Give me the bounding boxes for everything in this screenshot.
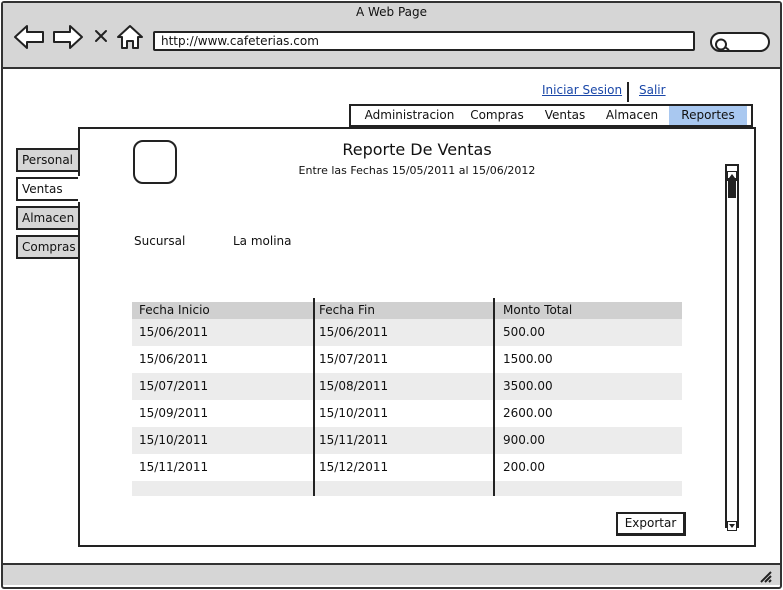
column-divider [313, 298, 315, 496]
cell-monto-total: 200.00 [503, 460, 545, 474]
cell-monto-total: 2600.00 [503, 406, 553, 420]
window-title: A Web Page [355, 5, 428, 19]
resize-grip-icon[interactable] [759, 569, 773, 588]
cell-monto-total: 500.00 [503, 325, 545, 339]
cell-fecha-inicio: 15/07/2011 [139, 379, 209, 393]
menu-item-compras[interactable]: Compras [462, 106, 532, 125]
table-row: 15/06/2011 15/06/2011 500.00 [132, 319, 682, 346]
cell-fecha-inicio: 15/06/2011 [139, 352, 209, 366]
table-header: Fecha Inicio Fecha Fin Monto Total [132, 302, 682, 319]
scroll-thumb[interactable] [728, 178, 736, 198]
cell-fecha-fin: 15/10/2011 [319, 406, 389, 420]
export-button[interactable]: Exportar [616, 512, 686, 536]
cell-fecha-fin: 15/12/2011 [319, 460, 389, 474]
tab-connector [78, 176, 81, 202]
search-icon [714, 36, 730, 55]
sucursal-value: La molina [233, 234, 292, 248]
menu-item-almacen[interactable]: Almacen [599, 106, 665, 125]
vertical-scrollbar[interactable] [725, 164, 739, 531]
menu-item-administracion[interactable]: Administracion [361, 106, 458, 125]
report-date-range: Entre las Fechas 15/05/2011 al 15/06/201… [298, 164, 536, 177]
logout-link[interactable]: Salir [639, 83, 666, 97]
menu-item-reportes[interactable]: Reportes [669, 106, 747, 125]
sidebar-item-compras[interactable]: Compras [16, 235, 80, 259]
stop-x-icon[interactable] [93, 28, 109, 44]
sidebar-item-almacen[interactable]: Almacen [16, 206, 80, 230]
column-divider [493, 298, 495, 496]
scroll-down-arrow-icon[interactable] [727, 516, 737, 535]
main-menu: Administracion Compras Ventas Almacen Re… [349, 104, 753, 127]
cell-fecha-inicio: 15/06/2011 [139, 325, 209, 339]
cell-fecha-inicio: 15/11/2011 [139, 460, 209, 474]
back-arrow-icon[interactable] [13, 24, 45, 50]
address-bar[interactable]: http://www.cafeterias.com [153, 31, 695, 51]
cell-fecha-fin: 15/08/2011 [319, 379, 389, 393]
table-row: 15/11/2011 15/12/2011 200.00 [132, 454, 682, 481]
cell-fecha-inicio: 15/09/2011 [139, 406, 209, 420]
table-row: 15/10/2011 15/11/2011 900.00 [132, 427, 682, 454]
column-header-fecha-inicio: Fecha Inicio [139, 303, 210, 317]
table-row-empty [132, 481, 682, 496]
login-link[interactable]: Iniciar Sesion [542, 83, 622, 97]
cell-monto-total: 1500.00 [503, 352, 553, 366]
cell-fecha-inicio: 15/10/2011 [139, 433, 209, 447]
home-icon[interactable] [116, 23, 144, 51]
table-row: 15/06/2011 15/07/2011 1500.00 [132, 346, 682, 373]
search-input[interactable] [710, 32, 770, 52]
link-divider [627, 82, 629, 102]
cell-fecha-fin: 15/11/2011 [319, 433, 389, 447]
sucursal-label: Sucursal [134, 234, 186, 248]
sales-table: Fecha Inicio Fecha Fin Monto Total 15/06… [132, 298, 682, 496]
status-bar [3, 563, 780, 585]
sidebar-item-ventas[interactable]: Ventas [16, 177, 80, 201]
cell-fecha-fin: 15/06/2011 [319, 325, 389, 339]
cell-monto-total: 3500.00 [503, 379, 553, 393]
cell-fecha-fin: 15/07/2011 [319, 352, 389, 366]
menu-item-ventas[interactable]: Ventas [535, 106, 595, 125]
forward-arrow-icon[interactable] [52, 24, 84, 50]
column-header-fecha-fin: Fecha Fin [319, 303, 375, 317]
sidebar-item-personal[interactable]: Personal [16, 148, 80, 172]
report-title: Reporte De Ventas [342, 140, 492, 159]
table-row: 15/09/2011 15/10/2011 2600.00 [132, 400, 682, 427]
table-row: 15/07/2011 15/08/2011 3500.00 [132, 373, 682, 400]
column-header-monto-total: Monto Total [503, 303, 573, 317]
cell-monto-total: 900.00 [503, 433, 545, 447]
